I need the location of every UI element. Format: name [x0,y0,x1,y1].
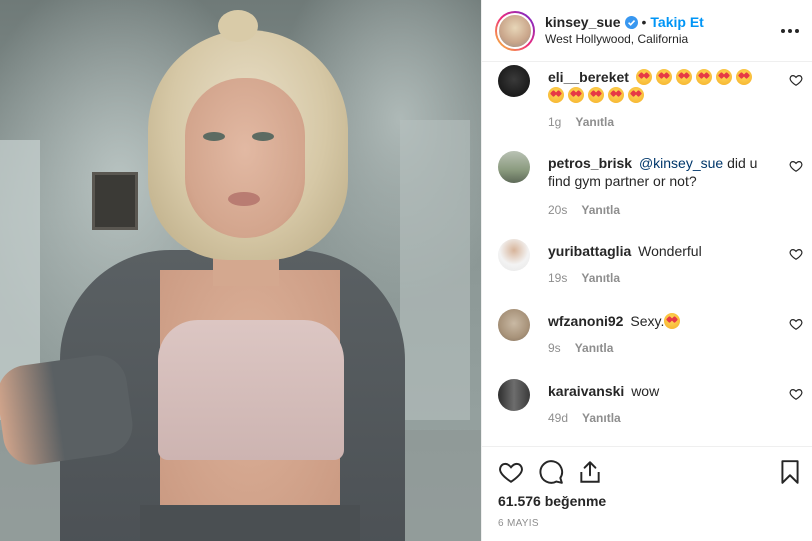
heart-eyes-emoji-icon [588,87,604,103]
comment-text: Wonderful [638,243,702,259]
heart-eyes-emoji-icon [548,87,564,103]
comment-text: wow [631,383,660,399]
verified-badge-icon [624,15,638,29]
comment-body: wfzanoni92 Sexy. [548,312,766,330]
photo-eye-left [203,132,225,141]
heart-eyes-emoji-icon [695,69,712,85]
comment-time: 19s [548,271,568,285]
photo-lips [228,192,260,206]
comment-body: eli__bereket [548,68,766,104]
like-count[interactable]: 61.576 beğenme [498,493,606,509]
photo-arm [0,351,137,469]
comment-like-heart-icon[interactable] [789,73,803,87]
comment-meta: 1g Yanıtla [548,115,614,129]
author-avatar[interactable] [495,10,535,51]
reply-button[interactable]: Yanıtla [581,203,620,217]
post-header: kinsey_sue • Takip Et West Hollywood, Ca… [482,0,812,62]
post-actions: 61.576 beğenme 6 MAYIS [482,446,812,541]
heart-eyes-emoji-icon [635,69,652,85]
comment-like-heart-icon[interactable] [789,247,803,261]
reply-button[interactable]: Yanıtla [581,271,620,285]
comment-body: karaivanski wow [548,382,766,400]
reply-button[interactable]: Yanıtla [582,411,621,425]
instagram-post: kinsey_sue • Takip Et West Hollywood, Ca… [0,0,812,541]
photo-pants [140,505,360,541]
comment-avatar[interactable] [498,65,530,97]
header-text: kinsey_sue • Takip Et West Hollywood, Ca… [545,14,704,48]
photo-eye-right [252,132,274,141]
author-username[interactable]: kinsey_sue [545,14,621,31]
heart-eyes-emoji-icon [608,87,624,103]
comment-like-heart-icon[interactable] [789,159,803,173]
heart-eyes-emoji-icon [628,87,644,103]
comment-meta: 19s Yanıtla [548,271,620,285]
comment-list[interactable]: eli__bereket 1gYanıtla petros_brisk @ki [482,63,812,446]
comment-time: 1g [548,115,562,129]
comment-username[interactable]: karaivanski [548,383,624,399]
post-side-panel: kinsey_sue • Takip Et West Hollywood, Ca… [481,0,812,541]
comment-time: 20s [548,203,568,217]
heart-eyes-emoji-icon [675,69,692,85]
comment-username[interactable]: yuribattaglia [548,243,631,259]
comment-avatar[interactable] [498,151,530,183]
comment-mention-link[interactable]: @kinsey_sue [639,155,723,171]
photo-person [0,0,481,541]
comment-avatar[interactable] [498,379,530,411]
comment-avatar[interactable] [498,309,530,341]
more-options-icon[interactable] [781,22,799,40]
follow-button[interactable]: Takip Et [650,14,703,31]
comment-like-heart-icon[interactable] [789,387,803,401]
heart-eyes-emoji-icon [568,87,584,103]
post-location[interactable]: West Hollywood, California [545,31,704,48]
post-photo[interactable] [0,0,481,541]
comment-username[interactable]: eli__bereket [548,69,629,85]
heart-icon[interactable] [498,459,524,485]
comment-body: petros_brisk @kinsey_sue did u find gym … [548,154,766,190]
comment-meta: 9s Yanıtla [548,341,613,355]
bookmark-icon[interactable] [777,459,803,485]
heart-eyes-emoji-icon [664,313,681,329]
comment-username[interactable]: petros_brisk [548,155,632,171]
comment-time: 49d [548,411,569,425]
header-separator: • [641,13,647,30]
comment-like-heart-icon[interactable] [789,317,803,331]
comment-body: yuribattaglia Wonderful [548,242,766,260]
heart-eyes-emoji-icon [735,69,752,85]
comment-icon[interactable] [538,459,564,485]
comment-avatar[interactable] [498,239,530,271]
reply-button[interactable]: Yanıtla [575,115,614,129]
share-icon[interactable] [577,459,603,485]
post-date[interactable]: 6 MAYIS [498,518,539,529]
photo-face [185,78,305,238]
heart-eyes-emoji-icon [715,69,732,85]
comment-text: Sexy. [630,313,665,329]
comment-meta: 49d Yanıtla [548,411,621,425]
photo-hair-bun [218,10,258,42]
comment-time: 9s [548,341,561,355]
heart-eyes-emoji-icon [655,69,672,85]
reply-button[interactable]: Yanıtla [575,341,614,355]
comment-meta: 20s Yanıtla [548,203,620,217]
comment-username[interactable]: wfzanoni92 [548,313,623,329]
photo-top [158,320,344,460]
